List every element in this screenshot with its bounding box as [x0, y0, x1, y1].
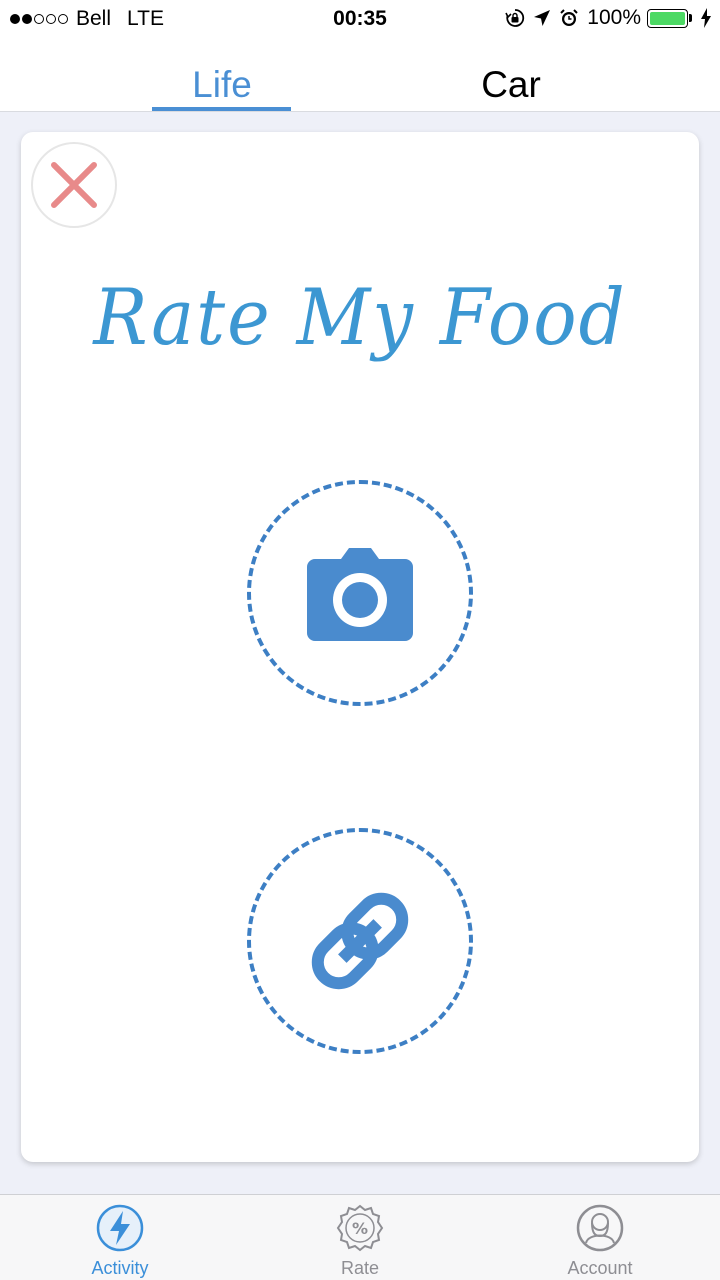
- tab-life[interactable]: Life: [142, 64, 302, 106]
- location-arrow-icon: [533, 9, 551, 27]
- tab-account-label: Account: [567, 1258, 633, 1278]
- camera-icon: [307, 548, 413, 641]
- tab-rate[interactable]: % Rate: [240, 1195, 480, 1280]
- rate-food-card: Rate My Food: [21, 132, 699, 1162]
- lightning-icon: [96, 1204, 144, 1252]
- take-photo-button[interactable]: [247, 480, 473, 706]
- tab-rate-label: Rate: [340, 1258, 380, 1278]
- card-title: Rate My Food: [93, 271, 627, 363]
- percent-badge-icon: %: [336, 1204, 384, 1252]
- active-tab-indicator: [152, 107, 291, 111]
- close-button[interactable]: [31, 142, 117, 228]
- paste-link-button[interactable]: [247, 828, 473, 1054]
- alarm-icon: [559, 8, 579, 28]
- tab-activity-label: Activity: [91, 1258, 149, 1278]
- title-container: Rate My Food: [21, 257, 699, 377]
- close-icon: [51, 162, 97, 208]
- battery-percent: 100%: [587, 6, 641, 29]
- svg-text:%: %: [352, 1219, 368, 1238]
- status-bar: Bell LTE 00:35 100%: [0, 0, 720, 38]
- tab-activity[interactable]: Activity: [0, 1195, 240, 1280]
- rotation-lock-icon: [505, 8, 525, 28]
- tab-car[interactable]: Car: [431, 64, 591, 106]
- battery-icon: [647, 8, 688, 28]
- user-icon: [576, 1204, 624, 1252]
- charging-bolt-icon: [700, 8, 712, 28]
- app-screen: Bell LTE 00:35 100% Life Car Rate My Foo…: [0, 0, 720, 1280]
- status-right: 100%: [497, 6, 712, 30]
- bottom-tab-bar: Activity % Rate Account: [0, 1194, 720, 1280]
- top-tab-bar: Life Car: [0, 38, 720, 112]
- tab-account[interactable]: Account: [480, 1195, 720, 1280]
- link-icon: [311, 892, 409, 990]
